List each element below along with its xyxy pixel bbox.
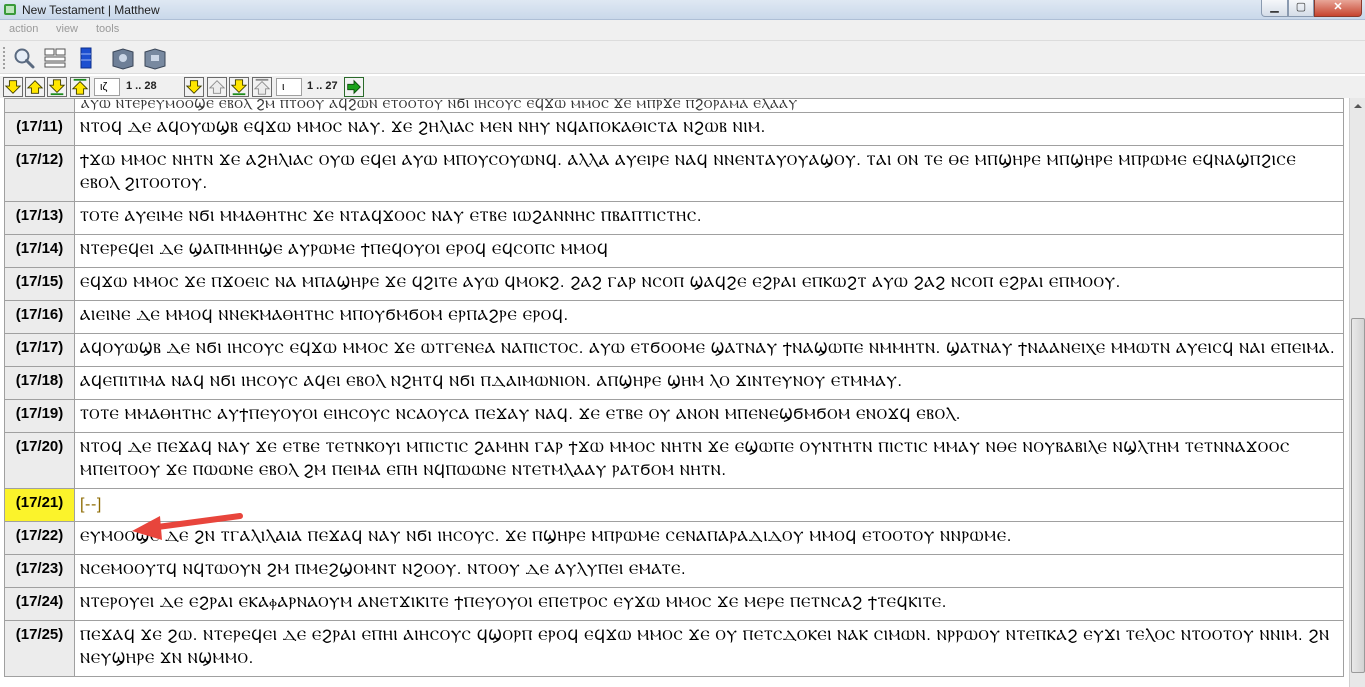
verse-next-icon[interactable] xyxy=(184,77,204,97)
table-row: (17/16) ⲀⲒⲈⲒⲚⲈ ⲆⲈ ⲘⲘⲞϤ ⲚⲚⲈⲔⲘⲀⲐⲎⲦⲎⲤ ⲘⲠⲞⲨϬ… xyxy=(4,300,1344,334)
title-bar: New Testament | Matthew ▁ ▢ ✕ xyxy=(0,0,1365,20)
table-row: ⲀⲨⲰ ⲚⲦⲈⲢⲈⲨⲘⲞⲞϢⲈ ⲈⲂⲞⲖ ϨⲘ ⲠⲦⲞⲞⲨ ⲀϤϨⲰⲚ ⲈⲦⲞⲞ… xyxy=(4,98,1344,113)
verse-text: ⲈϤϪⲰ ⲘⲘⲞⲤ ϪⲈ ⲠϪⲞⲈⲒⲤ ⲚⲀ ⲘⲠⲀϢⲎⲢⲈ ϪⲈ ϤϨⲒⲦⲈ … xyxy=(74,267,1344,301)
verse-ref: (17/22) xyxy=(4,521,75,555)
verse-ref: (17/11) xyxy=(4,112,75,146)
verse-first-icon[interactable] xyxy=(252,77,272,97)
verse-input[interactable]: ι xyxy=(276,78,302,96)
table-row: (17/23) ⲚⲤⲈⲘⲞⲞⲨⲦϤ ⲚϤⲦⲰⲞⲨⲚ ϨⲘ ⲠⲘⲈϨϢⲞⲘⲚⲦ Ⲛ… xyxy=(4,554,1344,588)
verse-ref: (17/14) xyxy=(4,234,75,268)
verse-range: 1 .. 27 xyxy=(307,80,338,92)
verse-text: ⲚⲤⲈⲘⲞⲞⲨⲦϤ ⲚϤⲦⲰⲞⲨⲚ ϨⲘ ⲠⲘⲈϨϢⲞⲘⲚⲦ ⲚϨⲞⲞⲨ. ⲚⲦ… xyxy=(74,554,1344,588)
book-icon[interactable] xyxy=(110,46,136,70)
verse-view: ⲀⲨⲰ ⲚⲦⲈⲢⲈⲨⲘⲞⲞϢⲈ ⲈⲂⲞⲖ ϨⲘ ⲠⲦⲞⲞⲨ ⲀϤϨⲰⲚ ⲈⲦⲞⲞ… xyxy=(4,98,1349,687)
search-icon[interactable] xyxy=(11,46,37,70)
verse-ref: (17/24) xyxy=(4,587,75,621)
table-row: (17/17) ⲀϤⲞⲨⲰϢⲂ ⲆⲈ ⲚϬⲒ ⲒⲎⲤⲞⲨⲤ ⲈϤϪⲰ ⲘⲘⲞⲤ … xyxy=(4,333,1344,367)
verse-text: ⲀⲨⲰ ⲚⲦⲈⲢⲈⲨⲘⲞⲞϢⲈ ⲈⲂⲞⲖ ϨⲘ ⲠⲦⲞⲞⲨ ⲀϤϨⲰⲚ ⲈⲦⲞⲞ… xyxy=(74,98,1344,113)
layout-icon[interactable] xyxy=(42,46,68,70)
chapter-input[interactable]: ιζ xyxy=(94,78,120,96)
verse-text: ϮϪⲰ ⲘⲘⲞⲤ ⲚⲎⲦⲚ ϪⲈ ⲀϨⲎⲖⲒⲀⲤ ⲞⲨⲰ ⲈϤⲈⲒ ⲀⲨⲰ ⲘⲠ… xyxy=(74,145,1344,202)
window-title: New Testament | Matthew xyxy=(22,3,160,17)
book-alt-icon[interactable] xyxy=(142,46,168,70)
verse-text: ⲈⲨⲘⲞⲞϢⲈ ⲆⲈ ϨⲚ ⲦⲄⲀⲖⲒⲖⲀⲒⲀ ⲠⲈϪⲀϤ ⲚⲀⲨ ⲚϬⲒ ⲒⲎ… xyxy=(74,521,1344,555)
verse-text: ⲚⲦⲞϤ ⲆⲈ ⲠⲈϪⲀϤ ⲚⲀⲨ ϪⲈ ⲈⲦⲂⲈ ⲦⲈⲦⲚⲔⲞⲨⲒ ⲘⲠⲒⲤⲦ… xyxy=(74,432,1344,489)
table-row: (17/11) ⲚⲦⲞϤ ⲆⲈ ⲀϤⲞⲨⲰϢⲂ ⲈϤϪⲰ ⲘⲘⲞⲤ ⲚⲀⲨ. Ϫ… xyxy=(4,112,1344,146)
table-row: (17/15) ⲈϤϪⲰ ⲘⲘⲞⲤ ϪⲈ ⲠϪⲞⲈⲒⲤ ⲚⲀ ⲘⲠⲀϢⲎⲢⲈ Ϫ… xyxy=(4,267,1344,301)
verse-text: ⲀϤⲈⲠⲒⲦⲒⲘⲀ ⲚⲀϤ ⲚϬⲒ ⲒⲎⲤⲞⲨⲤ ⲀϤⲈⲒ ⲈⲂⲞⲖ ⲚϨⲎⲦϤ… xyxy=(74,366,1344,400)
table-row: (17/12) ϮϪⲰ ⲘⲘⲞⲤ ⲚⲎⲦⲚ ϪⲈ ⲀϨⲎⲖⲒⲀⲤ ⲞⲨⲰ ⲈϤⲈ… xyxy=(4,145,1344,202)
verse-ref xyxy=(4,98,75,113)
verse-ref: (17/21) xyxy=(4,488,75,522)
chapter-range: 1 .. 28 xyxy=(126,80,157,92)
table-row: (17/13) ⲦⲞⲦⲈ ⲀⲨⲈⲒⲘⲈ ⲚϬⲒ ⲘⲘⲀⲐⲎⲦⲎⲤ ϪⲈ ⲚⲦⲀϤ… xyxy=(4,201,1344,235)
verse-ref: (17/19) xyxy=(4,399,75,433)
navigation-bar: ιζ 1 .. 28 ι 1 .. 27 xyxy=(0,76,1365,98)
verse-text: ⲀⲒⲈⲒⲚⲈ ⲆⲈ ⲘⲘⲞϤ ⲚⲚⲈⲔⲘⲀⲐⲎⲦⲎⲤ ⲘⲠⲞⲨϬⲘϬⲞⲘ ⲈⲢⲠ… xyxy=(74,300,1344,334)
verse-text: ⲚⲦⲈⲢⲈϤⲈⲒ ⲆⲈ ϢⲀⲠⲘⲎⲎϢⲈ ⲀⲨⲢⲰⲘⲈ ϮⲠⲈϤⲞⲨⲞⲒ ⲈⲢⲞ… xyxy=(74,234,1344,268)
table-row: (17/18) ⲀϤⲈⲠⲒⲦⲒⲘⲀ ⲚⲀϤ ⲚϬⲒ ⲒⲎⲤⲞⲨⲤ ⲀϤⲈⲒ ⲈⲂ… xyxy=(4,366,1344,400)
menu-bar: action view tools xyxy=(0,20,1365,40)
verse-ref: (17/12) xyxy=(4,145,75,202)
toolbar xyxy=(0,40,1365,74)
menu-view[interactable]: view xyxy=(56,23,78,35)
table-row: (17/14) ⲚⲦⲈⲢⲈϤⲈⲒ ⲆⲈ ϢⲀⲠⲘⲎⲎϢⲈ ⲀⲨⲢⲰⲘⲈ ϮⲠⲈϤ… xyxy=(4,234,1344,268)
verse-text: ⲚⲦⲞϤ ⲆⲈ ⲀϤⲞⲨⲰϢⲂ ⲈϤϪⲰ ⲘⲘⲞⲤ ⲚⲀⲨ. ϪⲈ ϨⲎⲖⲒⲀⲤ… xyxy=(74,112,1344,146)
scrollbar-thumb[interactable] xyxy=(1351,318,1365,673)
verse-last-icon[interactable] xyxy=(229,77,249,97)
verse-ref: (17/17) xyxy=(4,333,75,367)
verse-table: ⲀⲨⲰ ⲚⲦⲈⲢⲈⲨⲘⲞⲞϢⲈ ⲈⲂⲞⲖ ϨⲘ ⲠⲦⲞⲞⲨ ⲀϤϨⲰⲚ ⲈⲦⲞⲞ… xyxy=(4,98,1344,677)
verse-ref: (17/16) xyxy=(4,300,75,334)
verse-ref: (17/18) xyxy=(4,366,75,400)
verse-text: ⲦⲞⲦⲈ ⲘⲘⲀⲐⲎⲦⲎⲤ ⲀⲨϮⲠⲈⲨⲞⲨⲞⲒ ⲈⲒⲎⲤⲞⲨⲤ ⲚⲤⲀⲞⲨⲤⲀ… xyxy=(74,399,1344,433)
verse-ref: (17/13) xyxy=(4,201,75,235)
table-row: (17/25) ⲠⲈϪⲀϤ ϪⲈ ϨⲰ. ⲚⲦⲈⲢⲈϤⲈⲒ ⲆⲈ ⲈϨⲢⲀⲒ Ⲉ… xyxy=(4,620,1344,677)
verse-ref: (17/15) xyxy=(4,267,75,301)
verse-text: ⲦⲞⲦⲈ ⲀⲨⲈⲒⲘⲈ ⲚϬⲒ ⲘⲘⲀⲐⲎⲦⲎⲤ ϪⲈ ⲚⲦⲀϤϪⲞⲞⲤ ⲚⲀⲨ… xyxy=(74,201,1344,235)
chapter-prev-icon[interactable] xyxy=(25,77,45,97)
maximize-button[interactable]: ▢ xyxy=(1288,0,1314,17)
app-logo-icon xyxy=(4,4,16,15)
toolbar-grip xyxy=(3,47,5,69)
minimize-button[interactable]: ▁ xyxy=(1261,0,1288,17)
verse-text: ⲚⲦⲈⲢⲞⲨⲈⲒ ⲆⲈ ⲈϨⲢⲀⲒ ⲈⲔⲀⲫⲀⲢⲚⲀⲞⲨⲘ ⲀⲚⲈⲦϪⲒⲔⲒⲦⲈ… xyxy=(74,587,1344,621)
vertical-scrollbar[interactable] xyxy=(1349,98,1365,687)
verse-ref: (17/20) xyxy=(4,432,75,489)
verse-text: ⲀϤⲞⲨⲰϢⲂ ⲆⲈ ⲚϬⲒ ⲒⲎⲤⲞⲨⲤ ⲈϤϪⲰ ⲘⲘⲞⲤ ϪⲈ ⲰⲦⲄⲈⲚ… xyxy=(74,333,1344,367)
table-row: (17/19) ⲦⲞⲦⲈ ⲘⲘⲀⲐⲎⲦⲎⲤ ⲀⲨϮⲠⲈⲨⲞⲨⲞⲒ ⲈⲒⲎⲤⲞⲨⲤ… xyxy=(4,399,1344,433)
verse-prev-icon[interactable] xyxy=(207,77,227,97)
scroll-up-icon[interactable] xyxy=(1350,98,1365,114)
verse-ref: (17/25) xyxy=(4,620,75,677)
columns-icon[interactable] xyxy=(73,46,99,70)
menu-action[interactable]: action xyxy=(9,23,38,35)
chapter-last-icon[interactable] xyxy=(3,77,23,97)
chapter-next-icon[interactable] xyxy=(47,77,67,97)
table-row: (17/20) ⲚⲦⲞϤ ⲆⲈ ⲠⲈϪⲀϤ ⲚⲀⲨ ϪⲈ ⲈⲦⲂⲈ ⲦⲈⲦⲚⲔⲞ… xyxy=(4,432,1344,489)
close-button[interactable]: ✕ xyxy=(1314,0,1362,17)
menu-tools[interactable]: tools xyxy=(96,23,119,35)
table-row: (17/24) ⲚⲦⲈⲢⲞⲨⲈⲒ ⲆⲈ ⲈϨⲢⲀⲒ ⲈⲔⲀⲫⲀⲢⲚⲀⲞⲨⲘ ⲀⲚ… xyxy=(4,587,1344,621)
chapter-first-icon[interactable] xyxy=(70,77,90,97)
annotation-arrow-icon xyxy=(132,513,243,540)
app-window: New Testament | Matthew ▁ ▢ ✕ action vie… xyxy=(0,0,1365,687)
go-arrow-icon[interactable] xyxy=(344,77,364,97)
verse-text: [--] xyxy=(74,488,1344,522)
verse-ref: (17/23) xyxy=(4,554,75,588)
verse-text: ⲠⲈϪⲀϤ ϪⲈ ϨⲰ. ⲚⲦⲈⲢⲈϤⲈⲒ ⲆⲈ ⲈϨⲢⲀⲒ ⲈⲠⲎⲒ ⲀⲒⲎⲤ… xyxy=(74,620,1344,677)
